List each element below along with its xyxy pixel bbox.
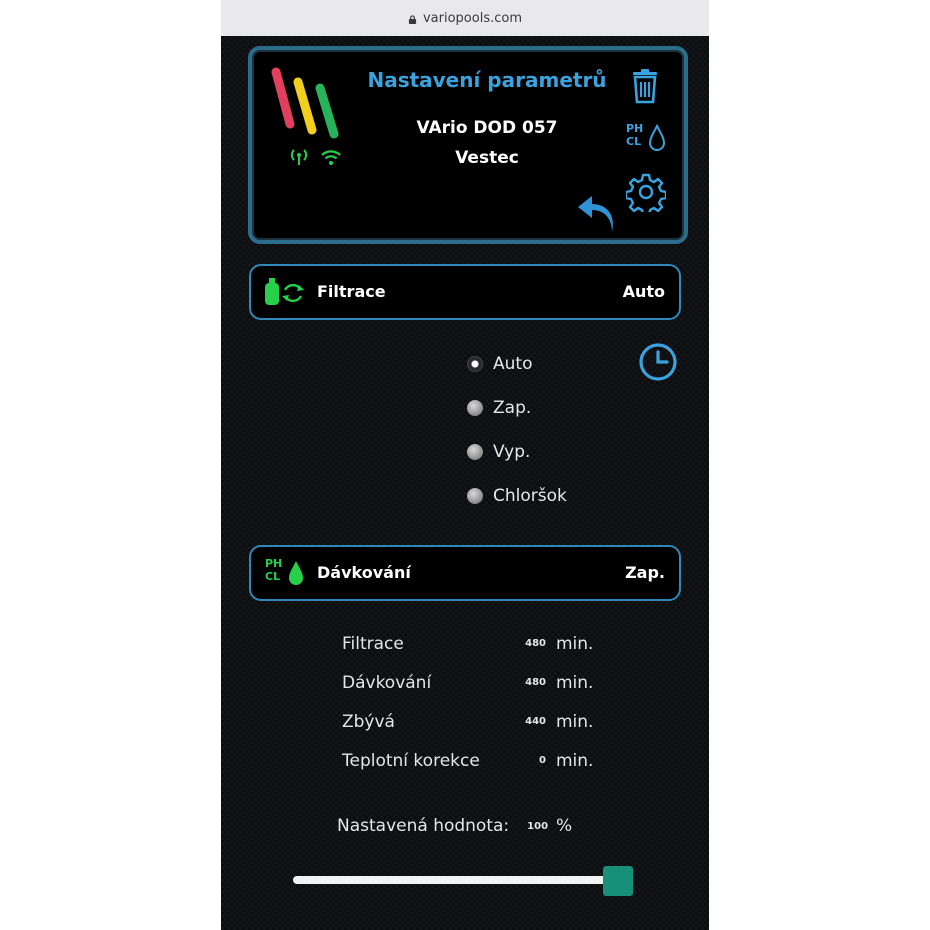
setpoint-value: 100	[527, 820, 549, 832]
setpoint-slider-thumb[interactable]	[603, 866, 633, 896]
lock-icon	[408, 14, 417, 24]
green-drop-icon	[289, 561, 303, 585]
stat-label: Filtrace	[342, 633, 404, 654]
back-arrow-icon[interactable]	[574, 196, 616, 234]
gear-icon[interactable]	[626, 172, 666, 212]
stat-value: 480	[525, 677, 546, 688]
stat-row: Filtrace 480 min.	[342, 624, 642, 663]
stat-label: Zbývá	[342, 711, 395, 732]
stat-value: 440	[525, 716, 546, 727]
stat-row: Teplotní korekce 0 min.	[342, 741, 642, 780]
trash-icon[interactable]	[630, 68, 660, 104]
stat-unit: min.	[556, 750, 594, 771]
timing-stats: Filtrace 480 min. Dávkování 480 min. Zbý…	[342, 624, 642, 780]
water-drop-icon	[648, 124, 666, 151]
filtration-pump-icon	[265, 278, 304, 305]
vario-logo-icon	[271, 67, 339, 139]
dosing-label: Dávkování	[317, 563, 411, 582]
wifi-icon	[321, 150, 341, 165]
filtration-mode-value: Auto	[622, 282, 665, 301]
dosing-bar[interactable]: PH CL Dávkování Zap.	[249, 545, 681, 601]
dosing-value: Zap.	[625, 563, 665, 582]
url-text: variopools.com	[422, 10, 522, 26]
radio-label: Auto	[493, 354, 533, 374]
stat-value: 0	[539, 755, 546, 766]
dosing-ph-cl-text: PH CL	[265, 557, 283, 583]
stat-row: Zbývá 440 min.	[342, 702, 642, 741]
phone-screen: variopools.com Nastavení parametrů VArio…	[221, 0, 709, 930]
stat-unit: min.	[556, 633, 594, 654]
radio-label: Chloršok	[493, 486, 567, 506]
header-card: Nastavení parametrů VArio DOD 057 Vestec…	[248, 46, 688, 244]
radio-option-vyp[interactable]: Vyp.	[467, 430, 617, 474]
antenna-signal-icon	[290, 149, 308, 165]
dosing-ph-cl-icon: PH CL	[265, 557, 309, 589]
clock-icon[interactable]	[638, 342, 678, 382]
browser-url-bar[interactable]: variopools.com	[221, 0, 709, 36]
ph-cl-icon[interactable]: PH CL	[624, 120, 668, 156]
page-title: Nastavení parametrů	[367, 68, 607, 92]
setpoint-row: Nastavená hodnota: 100 %	[337, 816, 637, 836]
device-location: Vestec	[455, 148, 519, 168]
stat-unit: min.	[556, 711, 594, 732]
radio-option-zap[interactable]: Zap.	[467, 386, 617, 430]
radio-button[interactable]	[467, 400, 483, 416]
stat-label: Dávkování	[342, 672, 432, 693]
stat-label: Teplotní korekce	[342, 750, 480, 771]
radio-label: Vyp.	[493, 442, 531, 462]
radio-button-selected[interactable]	[467, 356, 483, 372]
device-name: VArio DOD 057	[416, 118, 558, 138]
radio-label: Zap.	[493, 398, 532, 418]
radio-button[interactable]	[467, 488, 483, 504]
stat-value: 480	[525, 638, 546, 649]
radio-button[interactable]	[467, 444, 483, 460]
setpoint-unit: %	[556, 816, 573, 836]
filtration-label: Filtrace	[317, 282, 386, 301]
stat-row: Dávkování 480 min.	[342, 663, 642, 702]
radio-option-chlorsok[interactable]: Chloršok	[467, 474, 617, 518]
radio-option-auto[interactable]: Auto	[467, 342, 617, 386]
setpoint-slider-track[interactable]	[293, 876, 633, 884]
filtration-bar[interactable]: Filtrace Auto	[249, 264, 681, 320]
stat-unit: min.	[556, 672, 594, 693]
filtration-mode-options: Auto Zap. Vyp. Chloršok	[467, 342, 617, 518]
setpoint-label: Nastavená hodnota:	[337, 816, 510, 836]
ph-cl-icon-text: PH CL	[626, 122, 644, 148]
